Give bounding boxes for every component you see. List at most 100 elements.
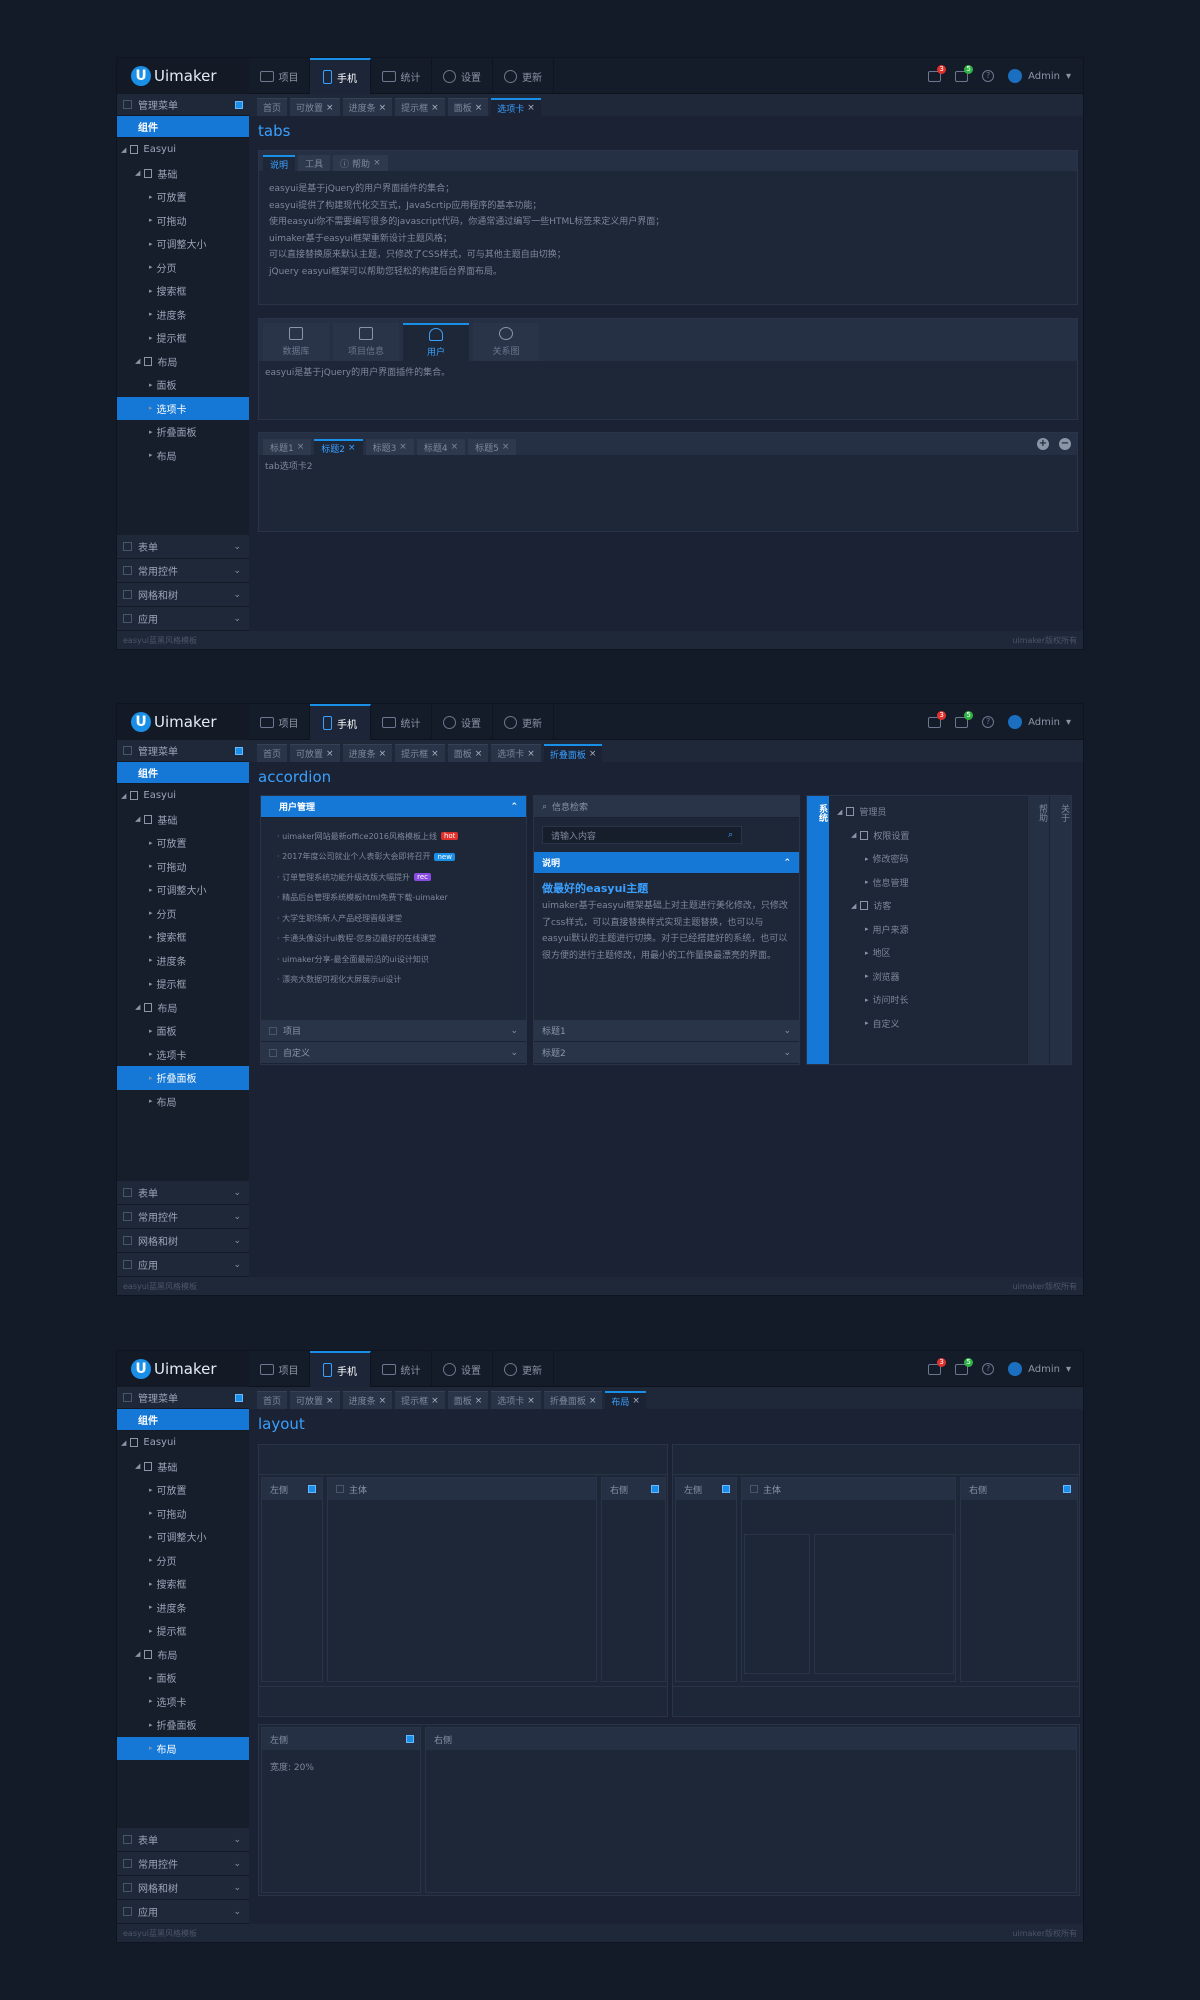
close-icon[interactable]: × xyxy=(379,103,387,113)
close-icon[interactable]: × xyxy=(475,103,483,113)
caret-right-icon[interactable]: ▸ xyxy=(149,1580,153,1588)
tree-node[interactable]: ▸ 可调整大小 xyxy=(117,878,249,902)
news-item[interactable]: · 大学生职场新人产品经理晋级课堂 xyxy=(261,908,526,929)
tree-node[interactable]: ▸ 布局 xyxy=(117,1090,249,1114)
add-tab-icon[interactable]: + xyxy=(1037,438,1049,450)
tree-node[interactable]: ▸ 进度条 xyxy=(117,1596,249,1620)
page-tab[interactable]: 折叠面板 × xyxy=(543,744,603,762)
sidebar-section[interactable]: 常用控件 ⌄ xyxy=(117,1852,249,1876)
tree-node[interactable]: ▸ 面板 xyxy=(117,1666,249,1690)
tree-node[interactable]: ▸ 提示框 xyxy=(117,1619,249,1643)
tree-node[interactable]: ▸ 浏览器 xyxy=(833,965,1033,989)
vtab-system[interactable]: 系统 xyxy=(807,796,829,1064)
tree-node[interactable]: ▸ 进度条 xyxy=(117,949,249,973)
tree-node[interactable]: ▸ 修改密码 xyxy=(833,847,1033,871)
caret-right-icon[interactable]: ▸ xyxy=(865,972,869,980)
caret-right-icon[interactable]: ▸ xyxy=(149,1074,153,1082)
tree-node[interactable]: ▸ 选项卡 xyxy=(117,396,249,420)
tab-relations[interactable]: 关系图 xyxy=(473,323,539,361)
news-item[interactable]: · 2017年度公司就业个人表彰大会即将召开 new xyxy=(261,847,526,868)
caret-right-icon[interactable]: ▸ xyxy=(149,310,153,318)
tree-node[interactable]: ▸ 折叠面板 xyxy=(117,420,249,444)
tree-node[interactable]: ▸ 提示框 xyxy=(117,326,249,350)
logo[interactable]: U Uimaker xyxy=(117,58,249,94)
description-header[interactable]: 说明 ⌃ xyxy=(534,852,799,874)
caret-right-icon[interactable]: ▸ xyxy=(149,862,153,870)
page-tab[interactable]: 选项卡 × xyxy=(491,744,541,762)
caret-right-icon[interactable]: ▸ xyxy=(865,878,869,886)
sidebar-section[interactable]: 表单 ⌄ xyxy=(117,1181,249,1205)
accordion-header[interactable]: 标题1 ⌄ xyxy=(534,1020,799,1042)
accordion-header[interactable]: 用户管理 ⌃ xyxy=(261,796,526,818)
nav-update[interactable]: 更新 xyxy=(493,704,554,740)
search-header[interactable]: ⌕ 信息检索 xyxy=(534,796,799,818)
nav-stats[interactable]: 统计 xyxy=(371,704,432,740)
tree-node[interactable]: ▸ 可放置 xyxy=(117,1478,249,1502)
close-icon[interactable]: × xyxy=(431,749,439,759)
tree-node[interactable]: ▸ 可放置 xyxy=(117,185,249,209)
tree-node[interactable]: ◢ 布局 xyxy=(117,996,249,1020)
tree-node[interactable]: ◢ 布局 xyxy=(117,1643,249,1667)
caret-right-icon[interactable]: ▸ xyxy=(149,839,153,847)
close-icon[interactable]: × xyxy=(326,1396,334,1406)
tab-user[interactable]: 用户 xyxy=(403,323,469,361)
caret-open-icon[interactable]: ◢ xyxy=(135,357,140,365)
sidebar-group[interactable]: 组件 xyxy=(117,762,249,784)
page-tab[interactable]: 可放置 × xyxy=(290,1391,340,1409)
close-icon[interactable]: × xyxy=(527,1396,535,1406)
tree-node[interactable]: ▸ 面板 xyxy=(117,373,249,397)
close-icon[interactable]: × xyxy=(379,749,387,759)
logo[interactable]: U Uimaker xyxy=(117,1351,249,1387)
news-item[interactable]: · 订单管理系统功能升级改版大幅提升 rec xyxy=(261,867,526,888)
page-tab[interactable]: 布局 × xyxy=(605,1391,646,1409)
caret-right-icon[interactable]: ▸ xyxy=(149,1674,153,1682)
caret-open-icon[interactable]: ◢ xyxy=(121,792,126,800)
nav-project[interactable]: 项目 xyxy=(249,58,310,94)
caret-right-icon[interactable]: ▸ xyxy=(149,263,153,271)
caret-right-icon[interactable]: ▸ xyxy=(149,1744,153,1752)
caret-right-icon[interactable]: ▸ xyxy=(149,1027,153,1035)
page-tab[interactable]: 面板 × xyxy=(447,744,489,762)
page-tab[interactable]: 选项卡 × xyxy=(491,98,541,116)
help-icon[interactable]: ? xyxy=(982,70,995,82)
tree-node[interactable]: ▸ 可拖动 xyxy=(117,855,249,879)
tree-node[interactable]: ▸ 选项卡 xyxy=(117,1690,249,1714)
tree-node[interactable]: ▸ 折叠面板 xyxy=(117,1713,249,1737)
sidebar-section[interactable]: 应用 ⌄ xyxy=(117,1253,249,1277)
caret-right-icon[interactable]: ▸ xyxy=(149,1697,153,1705)
tree-node[interactable]: ◢ 权限设置 xyxy=(833,824,1033,848)
tree-node[interactable]: ▸ 地区 xyxy=(833,941,1033,965)
caret-right-icon[interactable]: ▸ xyxy=(149,404,153,412)
sidebar-section[interactable]: 表单 ⌄ xyxy=(117,1828,249,1852)
close-icon[interactable]: × xyxy=(502,442,510,452)
sidebar-header[interactable]: 管理菜单 xyxy=(117,740,249,762)
close-icon[interactable]: × xyxy=(527,103,535,113)
page-tab[interactable]: 可放置 × xyxy=(290,98,340,116)
caret-right-icon[interactable]: ▸ xyxy=(865,855,869,863)
tree-node[interactable]: ▸ 提示框 xyxy=(117,972,249,996)
nav-phone[interactable]: 手机 xyxy=(310,704,371,740)
tree-node[interactable]: ▸ 进度条 xyxy=(117,303,249,327)
nav-settings[interactable]: 设置 xyxy=(432,58,493,94)
collapse-icon[interactable] xyxy=(722,1485,730,1493)
caret-right-icon[interactable]: ▸ xyxy=(865,996,869,1004)
caret-right-icon[interactable]: ▸ xyxy=(149,240,153,248)
caret-right-icon[interactable]: ▸ xyxy=(149,1556,153,1564)
sidebar-section[interactable]: 网格和树 ⌄ xyxy=(117,1876,249,1900)
caret-right-icon[interactable]: ▸ xyxy=(149,334,153,342)
close-icon[interactable]: × xyxy=(373,158,381,168)
mail-icon[interactable]: 5 xyxy=(955,64,974,82)
caret-right-icon[interactable]: ▸ xyxy=(149,1050,153,1058)
tab-title-2[interactable]: 标题2 × xyxy=(314,439,363,455)
news-item[interactable]: · 漂亮大数据可视化大屏展示ui设计 xyxy=(261,970,526,991)
tree-node[interactable]: ▸ 布局 xyxy=(117,444,249,468)
page-tab[interactable]: 面板 × xyxy=(447,98,489,116)
caret-right-icon[interactable]: ▸ xyxy=(149,909,153,917)
tab-title-5[interactable]: 标题5 × xyxy=(468,439,517,455)
tree-node[interactable]: ◢ Easyui xyxy=(117,1431,249,1455)
caret-open-icon[interactable]: ◢ xyxy=(121,146,126,154)
accordion-header[interactable]: 标题2 ⌄ xyxy=(534,1042,799,1064)
collapse-icon[interactable] xyxy=(1063,1485,1071,1493)
caret-open-icon[interactable]: ◢ xyxy=(851,831,856,839)
page-tab[interactable]: 进度条 × xyxy=(342,98,393,116)
